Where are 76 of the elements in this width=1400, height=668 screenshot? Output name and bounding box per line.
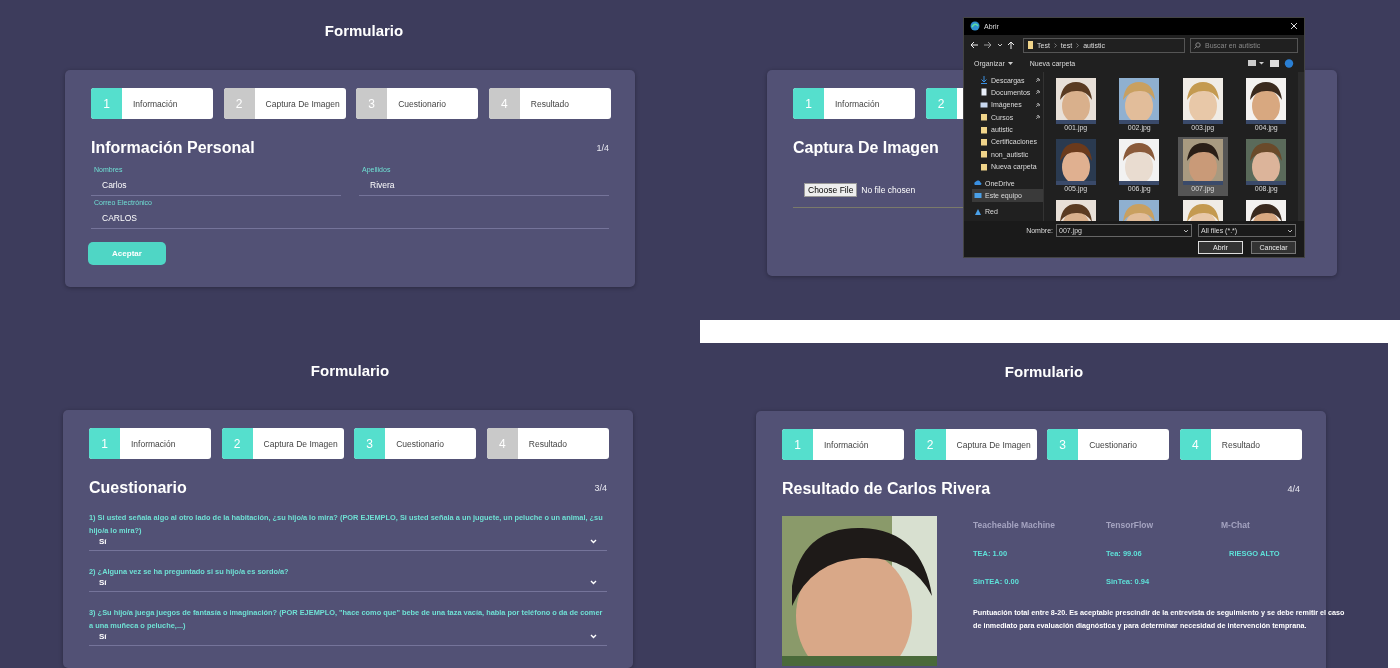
chevron-icon — [590, 580, 597, 585]
answer-select[interactable]: Sí — [89, 578, 607, 592]
step-label: Cuestionario — [1089, 439, 1137, 450]
step-tab[interactable]: 1 Información — [782, 429, 904, 460]
chevron-icon — [590, 634, 597, 639]
step-label: Cuestionario — [398, 98, 446, 109]
step-label: Resultado — [530, 98, 570, 109]
chevron-icon — [1287, 228, 1293, 233]
step-number: 1 — [89, 428, 120, 459]
section-heading: Captura De Imagen — [793, 139, 939, 157]
step-number: 3 — [354, 428, 386, 459]
page-title: Formulario — [1004, 363, 1084, 381]
file-status: No file chosen — [861, 185, 916, 195]
page-title: Formulario — [310, 362, 390, 380]
step-number: 2 — [914, 429, 946, 460]
pin-icon — [1035, 101, 1041, 108]
model-name: Teacheable Machine — [973, 520, 1057, 530]
network-icon — [974, 207, 982, 216]
step-tab[interactable]: 2 Captura De Imagen — [914, 429, 1037, 460]
step-tab[interactable]: 4 Resultado — [1179, 429, 1302, 460]
step-label: Resultado — [528, 438, 568, 449]
field-value: Carlos — [102, 180, 128, 190]
chevron-icon — [1053, 42, 1057, 48]
step-tab[interactable]: 1 Información — [91, 88, 213, 119]
step-tab[interactable]: 2 Captura De Imagen — [221, 428, 344, 459]
pin-icon — [1035, 114, 1041, 121]
choose-file-button[interactable]: Choose File — [804, 183, 858, 197]
download-icon — [980, 76, 988, 85]
step-label: Información — [131, 438, 176, 449]
step-label: Información — [133, 98, 178, 109]
search-icon — [1194, 41, 1201, 49]
step-number: 4 — [1179, 429, 1211, 460]
step-tab[interactable]: 1 Información — [89, 428, 211, 459]
step-number: 2 — [221, 428, 253, 459]
step-label: Cuestionario — [396, 438, 444, 449]
view-options-icon[interactable] — [1248, 59, 1294, 69]
cloud-icon — [974, 179, 982, 188]
section-heading: Resultado de Carlos Rivera — [782, 480, 991, 498]
step-counter: 1/4 — [596, 143, 609, 153]
step-number: 1 — [782, 429, 813, 460]
image-icon — [980, 100, 988, 109]
document-icon — [980, 88, 988, 97]
step-tab[interactable]: 3 Cuestionario — [1047, 429, 1170, 460]
step-label: Resultado — [1221, 439, 1261, 450]
close-icon[interactable] — [1290, 22, 1298, 31]
caret-icon — [1007, 62, 1013, 66]
model-name: TensorFlow — [1106, 520, 1155, 530]
answer-select[interactable]: Sí — [89, 537, 607, 551]
chevron-icon — [590, 539, 597, 544]
step-label: Información — [824, 439, 869, 450]
monitor-icon — [974, 191, 982, 200]
section-heading: Cuestionario — [89, 479, 187, 497]
browser-icon — [970, 21, 980, 32]
step-label: Captura De Imagen — [956, 439, 1031, 450]
step-tab[interactable]: 3 Cuestionario — [354, 428, 477, 459]
step-number: 2 — [925, 88, 957, 119]
step-label: Captura De Imagen — [263, 438, 338, 449]
step-number: 1 — [91, 88, 122, 119]
step-label: Captura De Imagen — [265, 98, 340, 109]
step-number: 1 — [793, 88, 824, 119]
page-title: Formulario — [324, 22, 404, 40]
pin-icon — [1035, 89, 1041, 96]
answer-select[interactable]: Sí — [89, 632, 607, 646]
step-counter: 4/4 — [1287, 484, 1300, 494]
chevron-icon — [1076, 42, 1080, 48]
section-heading: Información Personal — [91, 139, 255, 157]
chevron-icon — [1183, 228, 1189, 233]
model-name: M-Chat — [1221, 520, 1251, 530]
step-label: Información — [835, 98, 880, 109]
field-value: Rivera — [370, 180, 396, 190]
step-tab[interactable]: 1 Información — [793, 88, 915, 119]
pin-icon — [1035, 77, 1041, 84]
field-value: CARLOS — [102, 213, 138, 223]
folder-icon — [1028, 41, 1033, 50]
step-number: 3 — [1047, 429, 1079, 460]
step-counter: 3/4 — [594, 483, 607, 493]
